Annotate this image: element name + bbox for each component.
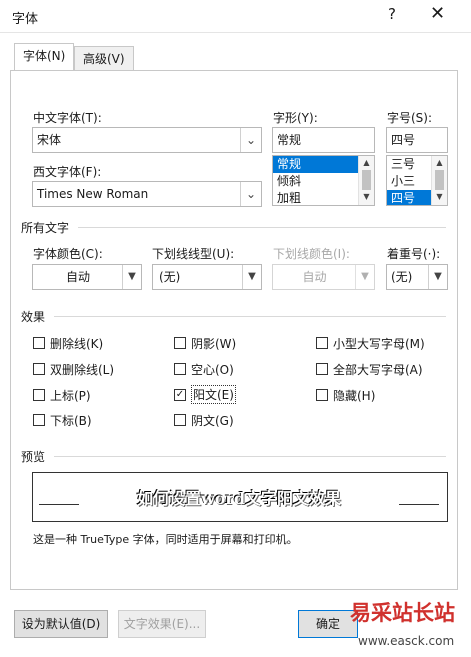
scrollbar[interactable]: ▲ ▼ bbox=[431, 156, 447, 205]
scroll-down-icon[interactable]: ▼ bbox=[432, 190, 447, 204]
chevron-down-icon[interactable]: ▼ bbox=[428, 265, 447, 289]
title-bar: 字体 ? ✕ bbox=[0, 0, 471, 33]
divider bbox=[78, 227, 446, 228]
western-font-value: Times New Roman bbox=[37, 187, 149, 201]
font-style-input[interactable]: 常规 bbox=[272, 127, 375, 153]
outline-checkbox[interactable] bbox=[174, 363, 186, 375]
all-caps-checkbox[interactable] bbox=[316, 363, 328, 375]
strikethrough-label[interactable]: 删除线(K) bbox=[50, 335, 103, 352]
list-item[interactable]: 倾斜 bbox=[273, 173, 358, 190]
double-strikethrough-checkbox[interactable] bbox=[33, 363, 45, 375]
font-size-value: 四号 bbox=[391, 133, 416, 147]
hidden-checkbox[interactable] bbox=[316, 389, 328, 401]
list-item[interactable]: 四号 bbox=[387, 190, 431, 205]
small-caps-label[interactable]: 小型大写字母(M) bbox=[333, 335, 425, 352]
strikethrough-checkbox[interactable] bbox=[33, 337, 45, 349]
tab-font[interactable]: 字体(N) bbox=[14, 43, 75, 70]
list-item[interactable]: 加粗 bbox=[273, 190, 358, 205]
list-item[interactable]: 常规 bbox=[273, 156, 358, 173]
emboss-checkbox[interactable]: ✓ bbox=[174, 389, 186, 401]
preview-line-right bbox=[399, 504, 439, 505]
chevron-down-icon[interactable]: ⌄ bbox=[240, 182, 261, 206]
checkmark-icon: ✓ bbox=[175, 389, 185, 400]
underline-style-dropdown[interactable]: (无) ▼ bbox=[152, 264, 262, 290]
emboss-label[interactable]: 阳文(E) bbox=[191, 385, 236, 404]
emphasis-value: (无) bbox=[391, 270, 413, 284]
underline-style-value: (无) bbox=[159, 270, 181, 284]
subscript-label[interactable]: 下标(B) bbox=[50, 412, 92, 429]
font-style-value: 常规 bbox=[277, 133, 302, 147]
underline-color-dropdown: 自动 ▼ bbox=[272, 264, 375, 290]
font-style-label: 字形(Y): bbox=[273, 111, 318, 125]
chinese-font-combo[interactable]: 宋体 ⌄ bbox=[32, 127, 262, 153]
superscript-label[interactable]: 上标(P) bbox=[50, 387, 91, 404]
preview-line-left bbox=[39, 504, 79, 505]
western-font-combo[interactable]: Times New Roman ⌄ bbox=[32, 181, 262, 207]
help-icon[interactable]: ? bbox=[388, 5, 396, 23]
all-caps-label[interactable]: 全部大写字母(A) bbox=[333, 361, 423, 378]
watermark-logo: 易采站长站 bbox=[350, 600, 455, 625]
shadow-checkbox[interactable] bbox=[174, 337, 186, 349]
list-item[interactable]: 小三 bbox=[387, 173, 431, 190]
scroll-up-icon[interactable]: ▲ bbox=[432, 156, 447, 170]
scroll-thumb[interactable] bbox=[362, 170, 371, 190]
scrollbar[interactable]: ▲ ▼ bbox=[358, 156, 374, 205]
preview-text: 如何设置word文字阳文效果 bbox=[136, 489, 342, 508]
double-strikethrough-label[interactable]: 双删除线(L) bbox=[50, 361, 114, 378]
font-color-dropdown[interactable]: 自动 ▼ bbox=[32, 264, 142, 290]
small-caps-checkbox[interactable] bbox=[316, 337, 328, 349]
font-size-label: 字号(S): bbox=[387, 111, 433, 125]
font-size-list[interactable]: 三号 小三 四号 ▲ ▼ bbox=[386, 155, 448, 206]
shadow-label[interactable]: 阴影(W) bbox=[191, 335, 236, 352]
list-item[interactable]: 三号 bbox=[387, 156, 431, 173]
all-text-heading: 所有文字 bbox=[21, 221, 70, 235]
chevron-down-icon[interactable]: ⌄ bbox=[240, 128, 261, 152]
divider bbox=[54, 316, 446, 317]
chevron-down-icon[interactable]: ▼ bbox=[242, 265, 261, 289]
emphasis-label: 着重号(·): bbox=[387, 247, 441, 261]
scroll-up-icon[interactable]: ▲ bbox=[359, 156, 374, 170]
font-color-value: 自动 bbox=[65, 270, 90, 284]
scroll-down-icon[interactable]: ▼ bbox=[359, 190, 374, 204]
underline-color-label: 下划线颜色(I): bbox=[273, 247, 350, 261]
chinese-font-label: 中文字体(T): bbox=[33, 111, 102, 125]
outline-label[interactable]: 空心(O) bbox=[191, 361, 234, 378]
close-icon[interactable]: ✕ bbox=[430, 3, 445, 24]
underline-color-value: 自动 bbox=[302, 270, 327, 284]
watermark-url: www.easck.com bbox=[358, 634, 455, 648]
hidden-label[interactable]: 隐藏(H) bbox=[333, 387, 375, 404]
font-color-label: 字体颜色(C): bbox=[33, 247, 103, 261]
scroll-thumb[interactable] bbox=[435, 170, 444, 190]
text-effects-button: 文字效果(E)... bbox=[118, 610, 206, 638]
ok-button[interactable]: 确定 bbox=[298, 610, 358, 638]
tab-advanced[interactable]: 高级(V) bbox=[74, 46, 134, 70]
subscript-checkbox[interactable] bbox=[33, 414, 45, 426]
font-style-list[interactable]: 常规 倾斜 加粗 ▲ ▼ bbox=[272, 155, 375, 206]
effects-heading: 效果 bbox=[21, 310, 46, 324]
divider bbox=[54, 456, 446, 457]
superscript-checkbox[interactable] bbox=[33, 389, 45, 401]
preview-heading: 预览 bbox=[21, 450, 46, 464]
chevron-down-icon[interactable]: ▼ bbox=[122, 265, 141, 289]
preview-box: 如何设置word文字阳文效果 bbox=[32, 472, 448, 522]
emphasis-dropdown[interactable]: (无) ▼ bbox=[386, 264, 448, 290]
chinese-font-value: 宋体 bbox=[37, 133, 62, 147]
chevron-down-icon: ▼ bbox=[355, 265, 374, 289]
underline-style-label: 下划线线型(U): bbox=[152, 247, 235, 261]
font-size-input[interactable]: 四号 bbox=[386, 127, 448, 153]
engrave-checkbox[interactable] bbox=[174, 414, 186, 426]
engrave-label[interactable]: 阴文(G) bbox=[191, 412, 234, 429]
set-default-button[interactable]: 设为默认值(D) bbox=[14, 610, 108, 638]
preview-note: 这是一种 TrueType 字体，同时适用于屏幕和打印机。 bbox=[33, 533, 298, 546]
western-font-label: 西文字体(F): bbox=[33, 165, 102, 179]
dialog-title: 字体 bbox=[12, 12, 39, 27]
